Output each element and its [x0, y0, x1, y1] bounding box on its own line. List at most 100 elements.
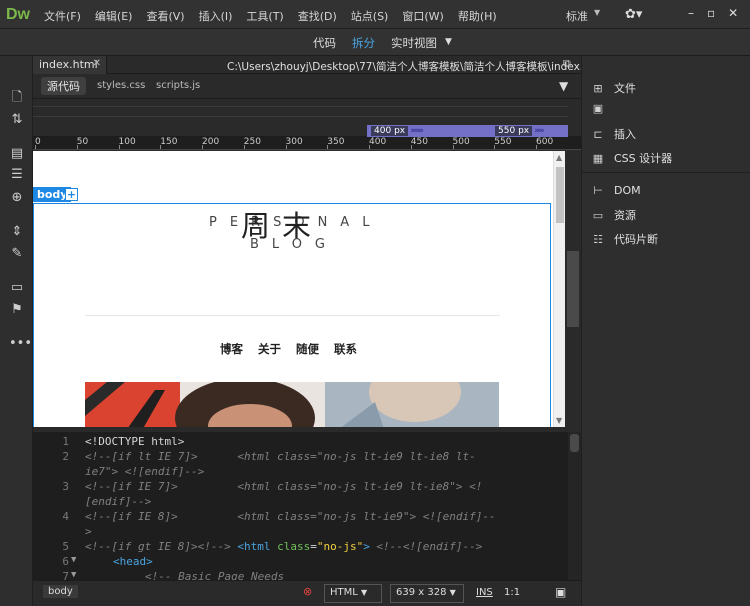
- file-management-icon[interactable]: ⇅: [9, 112, 25, 128]
- document-type-select[interactable]: HTML ▼: [324, 584, 382, 603]
- tab-index-html[interactable]: index.html ✕: [33, 56, 107, 74]
- menu-site[interactable]: 站点(S): [351, 8, 389, 24]
- validate-icon[interactable]: ⚑: [9, 302, 25, 318]
- menu-view[interactable]: 查看(V): [146, 8, 184, 24]
- css-icon: ▦: [592, 152, 604, 165]
- add-element-icon[interactable]: +: [65, 188, 78, 201]
- media-query-550[interactable]: 550 px ›››››: [491, 125, 568, 137]
- dreamweaver-window: Dw 文件(F) 编辑(E) 查看(V) 插入(I) 工具(T) 查找(D) 站…: [0, 0, 750, 606]
- ruler-tick-mark: [494, 145, 496, 149]
- ruler-tick-label: 100: [118, 137, 136, 147]
- scroll-down-icon[interactable]: ▼: [556, 416, 562, 425]
- code-line: <!--[if lt IE 7]> <html class="no-js lt-…: [85, 450, 476, 463]
- ruler-tick-mark: [452, 145, 454, 149]
- tab-label: index.html: [39, 58, 98, 71]
- scrollbar-thumb[interactable]: [567, 251, 579, 327]
- preview-icon[interactable]: ▣: [555, 585, 566, 599]
- split-view-button[interactable]: 拆分: [352, 35, 375, 51]
- expand-all-icon[interactable]: ⇕: [9, 224, 25, 240]
- ruler-tick-label: 50: [76, 137, 89, 147]
- ruler-tick-mark: [76, 145, 78, 149]
- window-controls: – ▫ ✕: [688, 6, 738, 20]
- status-bar: body ⊗ HTML ▼ 639 x 328 ▼ INS 1:1 ▣: [33, 580, 581, 606]
- media-query-400[interactable]: 400 px ›››››››: [367, 125, 491, 137]
- chevron-down-icon[interactable]: ▼: [445, 37, 452, 47]
- live-view-button[interactable]: 实时视图: [391, 35, 437, 51]
- nav-item-contact[interactable]: 联系: [334, 341, 357, 357]
- code-line: ie7"> <![endif]-->: [85, 465, 205, 478]
- live-view-scrollbar[interactable]: ▲ ▼: [553, 151, 565, 427]
- media-query-label: 400 px: [371, 126, 409, 136]
- panel-insert[interactable]: ⊏ 插入: [590, 126, 636, 142]
- chevrons-icon: ›››››: [534, 126, 544, 136]
- split-scrollbar[interactable]: [565, 151, 581, 427]
- live-code-icon[interactable]: ▤: [9, 146, 25, 162]
- tag-selector[interactable]: body: [43, 585, 78, 598]
- maximize-icon[interactable]: ▫: [707, 6, 715, 20]
- menu-help[interactable]: 帮助(H): [458, 8, 497, 24]
- ruler-tick-label: 200: [202, 137, 220, 147]
- format-source-icon[interactable]: ☰: [9, 167, 25, 183]
- related-file-styles[interactable]: styles.css: [97, 80, 145, 91]
- ruler-tick-mark: [202, 145, 203, 149]
- close-icon[interactable]: ✕: [728, 6, 738, 20]
- chevron-down-icon[interactable]: ▼: [594, 8, 600, 17]
- ruler-tick-mark: [410, 145, 412, 149]
- code-line: >: [85, 525, 92, 538]
- menu-find[interactable]: 查找(D): [298, 8, 337, 24]
- divider: [33, 116, 568, 117]
- divider: [33, 106, 568, 107]
- scrollbar-thumb[interactable]: [556, 167, 564, 223]
- scroll-up-icon[interactable]: ▲: [556, 153, 562, 162]
- code-editor[interactable]: 1 <!DOCTYPE html> 2 <!--[if lt IE 7]> <h…: [33, 432, 568, 580]
- panel-assets-image[interactable]: ▣: [590, 102, 614, 115]
- panel-dom[interactable]: ⊢ DOM: [590, 184, 641, 197]
- close-icon[interactable]: ✕: [93, 58, 101, 69]
- insert-mode[interactable]: INS: [476, 587, 493, 598]
- code-scrollbar[interactable]: [568, 432, 581, 580]
- ruler-tick-mark: [243, 145, 245, 149]
- panel-snippets[interactable]: ☷ 代码片断: [590, 231, 658, 247]
- menu-file[interactable]: 文件(F): [44, 8, 81, 24]
- nav-item-about[interactable]: 关于: [258, 341, 281, 357]
- minimize-icon[interactable]: –: [688, 6, 694, 20]
- gear-icon[interactable]: ✿▾: [625, 7, 642, 22]
- window-size-select[interactable]: 639 x 328 ▼: [390, 584, 464, 603]
- panel-assets[interactable]: ▭ 资源: [590, 207, 636, 223]
- divider: [582, 172, 750, 173]
- code-fragment: <!--<![endif]-->: [369, 540, 483, 553]
- scrollbar-thumb[interactable]: [570, 434, 579, 452]
- ruler-tick-label: 500: [452, 137, 470, 147]
- related-file-scripts[interactable]: scripts.js: [156, 80, 200, 91]
- code-view-button[interactable]: 代码: [313, 35, 336, 51]
- fold-icon[interactable]: ▼: [71, 555, 76, 565]
- live-view-canvas[interactable]: body + PERSONAL 周末 BLOG 博客 关于 随便 联系: [33, 151, 553, 427]
- panel-label: DOM: [614, 184, 641, 197]
- menu-window[interactable]: 窗口(W): [402, 8, 443, 24]
- panel-files[interactable]: ⊞ 文件: [590, 80, 636, 96]
- error-icon[interactable]: ⊗: [303, 585, 312, 598]
- menu-edit[interactable]: 编辑(E): [95, 8, 133, 24]
- comment-icon[interactable]: ▭: [9, 280, 25, 296]
- code-fragment: <html class="no-js lt-ie9 lt-ie8"> <!: [237, 480, 483, 493]
- line-number: 1: [62, 435, 69, 448]
- workspace-switcher[interactable]: 标准: [566, 8, 588, 24]
- line-number: 4: [62, 510, 69, 523]
- inspect-icon[interactable]: ⊕: [9, 190, 25, 206]
- fold-icon[interactable]: ▼: [71, 570, 76, 580]
- more-icon[interactable]: •••: [9, 336, 32, 352]
- edit-icon[interactable]: ✎: [9, 246, 25, 262]
- panel-css-designer[interactable]: ▦ CSS 设计器: [590, 150, 672, 166]
- restore-icon[interactable]: ⧉: [563, 57, 571, 71]
- menu-insert[interactable]: 插入(I): [199, 8, 233, 24]
- code-line: [endif]-->: [85, 495, 152, 508]
- media-query-value: 550: [498, 126, 516, 136]
- nav-item-blog[interactable]: 博客: [220, 341, 243, 357]
- right-panel: ⊞ 文件 ▣ ⊏ 插入 ▦ CSS 设计器 ⊢ DOM ▭ 资源 ☷ 代码片断: [581, 56, 750, 606]
- source-code-button[interactable]: 源代码: [41, 77, 86, 95]
- filter-icon[interactable]: ▼: [559, 79, 568, 93]
- nav-item-misc[interactable]: 随便: [296, 341, 319, 357]
- menu-tools[interactable]: 工具(T): [246, 8, 283, 24]
- open-document-icon[interactable]: 🗋: [9, 90, 25, 106]
- panel-label: 插入: [614, 128, 636, 141]
